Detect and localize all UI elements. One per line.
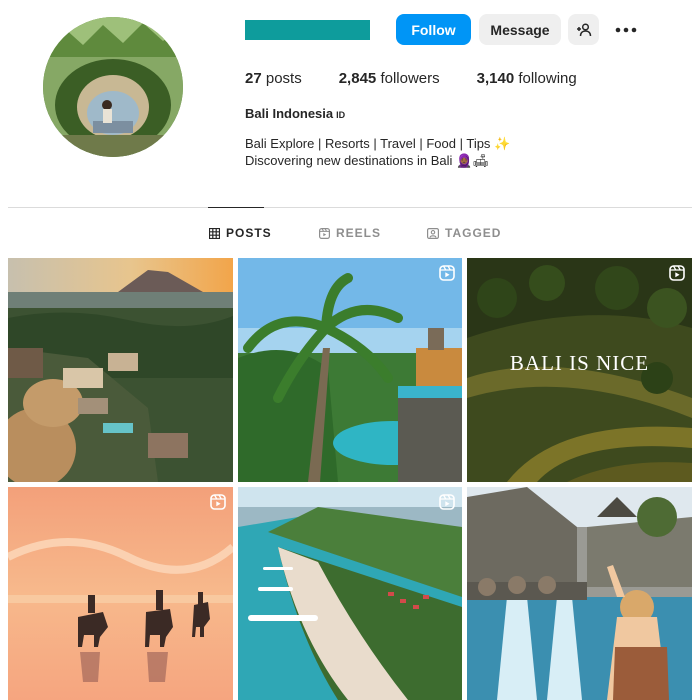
tab-tagged[interactable]: TAGGED — [427, 226, 501, 240]
post-tile[interactable]: BALI IS NICE — [467, 258, 692, 482]
posts-stat: 27 posts — [245, 70, 302, 87]
followers-stat[interactable]: 2,845 followers — [339, 70, 440, 87]
more-options-button[interactable] — [610, 14, 642, 45]
message-button[interactable]: Message — [479, 14, 561, 45]
post-tile[interactable] — [467, 487, 692, 700]
follow-button[interactable]: Follow — [396, 14, 471, 45]
active-tab-indicator — [208, 207, 264, 208]
more-dots-icon — [615, 27, 637, 32]
post-overlay-text: BALI IS NICE — [509, 351, 650, 375]
reel-icon — [210, 494, 226, 510]
reel-icon — [439, 494, 455, 510]
following-stat-label: following — [518, 70, 577, 87]
grid-icon — [209, 227, 220, 239]
reel-icon — [669, 265, 685, 281]
profile-full-name: Bali Indonesia ID — [245, 106, 345, 121]
tab-posts-label: POSTS — [226, 226, 272, 240]
reels-icon — [319, 227, 330, 239]
message-button-label: Message — [490, 21, 550, 38]
post-tile[interactable] — [8, 487, 233, 700]
tagged-icon — [427, 227, 439, 239]
post-image-water-temple — [467, 487, 692, 700]
avatar-image — [43, 17, 183, 157]
full-name-text: Bali Indonesia — [245, 106, 334, 121]
follow-button-label: Follow — [411, 21, 456, 38]
following-count: 3,140 — [476, 70, 515, 87]
username-redacted — [245, 20, 370, 40]
followers-stat-label: followers — [380, 70, 440, 87]
post-tile[interactable] — [238, 258, 462, 482]
profile-stats: 27 posts 2,845 followers 3,140 following — [245, 70, 614, 87]
bio-line-1: Bali Explore | Resorts | Travel | Food |… — [245, 136, 511, 151]
tab-reels-label: REELS — [336, 226, 382, 240]
post-image-palm-pool — [238, 258, 462, 482]
post-image-beach-horses — [8, 487, 233, 700]
suggested-users-button[interactable] — [568, 14, 599, 45]
followers-count: 2,845 — [338, 70, 377, 87]
add-user-icon — [576, 22, 591, 36]
reel-icon — [439, 265, 455, 281]
post-image-turquoise-beach — [238, 487, 462, 700]
post-tile[interactable] — [238, 487, 462, 700]
profile-bio: Bali Explore | Resorts | Travel | Food |… — [245, 135, 510, 169]
posts-count: 27 — [245, 70, 262, 87]
following-stat[interactable]: 3,140 following — [477, 70, 577, 87]
posts-stat-label: posts — [265, 70, 302, 87]
bio-line-2: Discovering new destinations in Bali 🧕🏾🛋 — [245, 153, 489, 168]
post-tile[interactable] — [8, 258, 233, 482]
tab-posts[interactable]: POSTS — [209, 226, 272, 240]
tab-tagged-label: TAGGED — [445, 226, 502, 240]
tab-reels[interactable]: REELS — [319, 226, 381, 240]
post-image-resort-sunset — [8, 258, 233, 482]
full-name-suffix: ID — [336, 110, 346, 120]
profile-avatar[interactable] — [43, 17, 183, 157]
tabs-divider — [8, 207, 692, 208]
